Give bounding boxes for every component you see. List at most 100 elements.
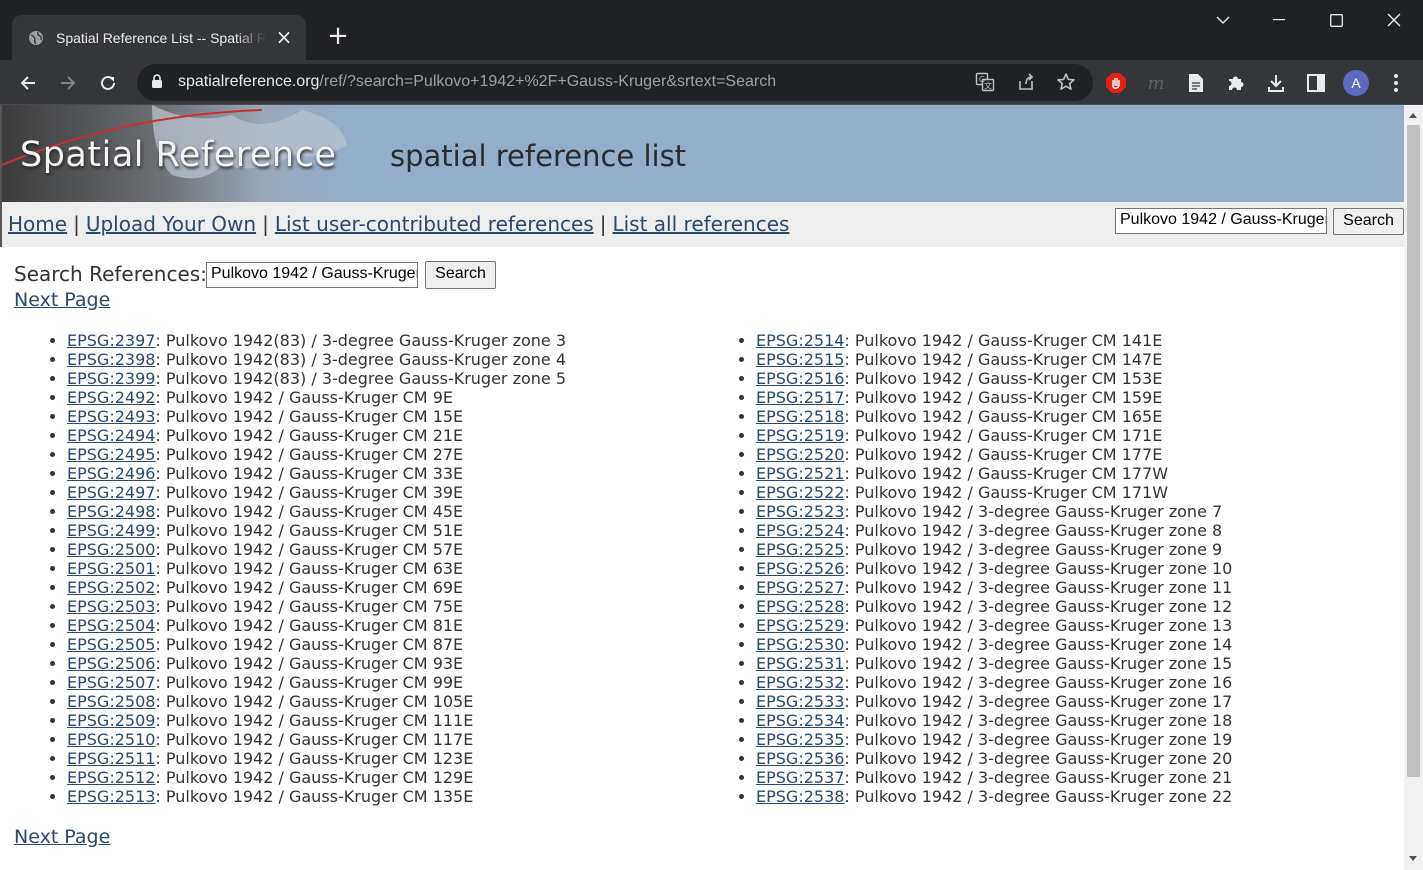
epsg-code-link[interactable]: EPSG:2495 bbox=[67, 445, 155, 464]
translate-icon[interactable]: 文G bbox=[971, 68, 999, 96]
epsg-code-link[interactable]: EPSG:2397 bbox=[67, 331, 155, 350]
forward-arrow-icon[interactable] bbox=[54, 69, 82, 97]
search-button[interactable]: Search bbox=[425, 261, 496, 289]
result-name: Pulkovo 1942 / Gauss-Kruger CM 15E bbox=[165, 407, 464, 426]
epsg-code-link[interactable]: EPSG:2498 bbox=[67, 502, 155, 521]
epsg-code-link[interactable]: EPSG:2507 bbox=[67, 673, 155, 692]
document-icon[interactable] bbox=[1182, 69, 1210, 97]
download-icon[interactable] bbox=[1262, 69, 1290, 97]
tab-search-icon[interactable] bbox=[1203, 6, 1243, 34]
vertical-scrollbar[interactable] bbox=[1404, 105, 1423, 870]
logo-text: Spatial Reference bbox=[20, 135, 337, 175]
nav-all-references-link[interactable]: List all references bbox=[612, 212, 789, 236]
epsg-code-link[interactable]: EPSG:2497 bbox=[67, 483, 155, 502]
nav-home-link[interactable]: Home bbox=[8, 212, 67, 236]
reload-icon[interactable] bbox=[94, 69, 122, 97]
epsg-code-link[interactable]: EPSG:2512 bbox=[67, 768, 155, 787]
epsg-code-link[interactable]: EPSG:2531 bbox=[756, 654, 844, 673]
epsg-code-link[interactable]: EPSG:2534 bbox=[756, 711, 844, 730]
epsg-code-link[interactable]: EPSG:2511 bbox=[67, 749, 155, 768]
epsg-code-link[interactable]: EPSG:2523 bbox=[756, 502, 844, 521]
result-name: Pulkovo 1942 / 3-degree Gauss-Kruger zon… bbox=[854, 597, 1233, 616]
epsg-code-link[interactable]: EPSG:2493 bbox=[67, 407, 155, 426]
epsg-code-link[interactable]: EPSG:2494 bbox=[67, 426, 155, 445]
epsg-code-link[interactable]: EPSG:2399 bbox=[67, 369, 155, 388]
share-icon[interactable] bbox=[1012, 68, 1040, 96]
epsg-code-link[interactable]: EPSG:2510 bbox=[67, 730, 155, 749]
epsg-code-link[interactable]: EPSG:2500 bbox=[67, 540, 155, 559]
epsg-code-link[interactable]: EPSG:2501 bbox=[67, 559, 155, 578]
epsg-code-link[interactable]: EPSG:2530 bbox=[756, 635, 844, 654]
epsg-code-link[interactable]: EPSG:2525 bbox=[756, 540, 844, 559]
lock-icon[interactable] bbox=[151, 74, 163, 93]
search-input[interactable]: Pulkovo 1942 / Gauss-Kruger bbox=[206, 262, 418, 288]
epsg-code-link[interactable]: EPSG:2532 bbox=[756, 673, 844, 692]
nav-search-button[interactable]: Search bbox=[1333, 208, 1404, 235]
new-tab-button[interactable]: + bbox=[326, 23, 350, 49]
epsg-code-link[interactable]: EPSG:2505 bbox=[67, 635, 155, 654]
epsg-code-link[interactable]: EPSG:2533 bbox=[756, 692, 844, 711]
close-window-button[interactable] bbox=[1374, 6, 1414, 34]
result-item: EPSG:2512: Pulkovo 1942 / Gauss-Kruger C… bbox=[67, 768, 566, 787]
epsg-code-link[interactable]: EPSG:2528 bbox=[756, 597, 844, 616]
epsg-code-link[interactable]: EPSG:2536 bbox=[756, 749, 844, 768]
browser-tab[interactable]: Spatial Reference List -- Spatial Refere… bbox=[12, 15, 306, 60]
epsg-code-link[interactable]: EPSG:2515 bbox=[756, 350, 844, 369]
next-page-link-top[interactable]: Next Page bbox=[14, 289, 110, 311]
kebab-menu-icon[interactable] bbox=[1382, 69, 1410, 97]
epsg-code-link[interactable]: EPSG:2504 bbox=[67, 616, 155, 635]
epsg-code-link[interactable]: EPSG:2522 bbox=[756, 483, 844, 502]
epsg-code-link[interactable]: EPSG:2520 bbox=[756, 445, 844, 464]
result-name: Pulkovo 1942 / Gauss-Kruger CM 105E bbox=[165, 692, 474, 711]
puzzle-icon[interactable] bbox=[1222, 69, 1250, 97]
result-item: EPSG:2399: Pulkovo 1942(83) / 3-degree G… bbox=[67, 369, 566, 388]
scroll-down-icon[interactable] bbox=[1409, 856, 1417, 861]
epsg-code-link[interactable]: EPSG:2496 bbox=[67, 464, 155, 483]
epsg-code-link[interactable]: EPSG:2526 bbox=[756, 559, 844, 578]
epsg-code-link[interactable]: EPSG:2509 bbox=[67, 711, 155, 730]
m-icon[interactable]: m bbox=[1142, 69, 1170, 97]
side-panel-icon[interactable] bbox=[1302, 69, 1330, 97]
result-name: Pulkovo 1942 / 3-degree Gauss-Kruger zon… bbox=[854, 559, 1233, 578]
epsg-code-link[interactable]: EPSG:2502 bbox=[67, 578, 155, 597]
epsg-code-link[interactable]: EPSG:2518 bbox=[756, 407, 844, 426]
epsg-code-link[interactable]: EPSG:2527 bbox=[756, 578, 844, 597]
epsg-code-link[interactable]: EPSG:2537 bbox=[756, 768, 844, 787]
epsg-code-link[interactable]: EPSG:2517 bbox=[756, 388, 844, 407]
result-item: EPSG:2528: Pulkovo 1942 / 3-degree Gauss… bbox=[756, 597, 1232, 616]
scroll-up-icon[interactable] bbox=[1409, 113, 1417, 118]
close-tab-icon[interactable]: × bbox=[274, 27, 294, 48]
scroll-thumb[interactable] bbox=[1407, 125, 1420, 777]
epsg-code-link[interactable]: EPSG:2398 bbox=[67, 350, 155, 369]
next-page-link-bottom[interactable]: Next Page bbox=[14, 826, 110, 848]
stop-hand-icon[interactable] bbox=[1102, 69, 1130, 97]
result-item: EPSG:2506: Pulkovo 1942 / Gauss-Kruger C… bbox=[67, 654, 566, 673]
address-bar[interactable]: spatialreference.org/ref/?search=Pulkovo… bbox=[137, 64, 1093, 101]
epsg-code-link[interactable]: EPSG:2503 bbox=[67, 597, 155, 616]
avatar[interactable]: A bbox=[1342, 69, 1370, 97]
star-icon[interactable] bbox=[1052, 68, 1080, 96]
epsg-code-link[interactable]: EPSG:2529 bbox=[756, 616, 844, 635]
epsg-code-link[interactable]: EPSG:2499 bbox=[67, 521, 155, 540]
nav-user-contributed-link[interactable]: List user-contributed references bbox=[275, 212, 594, 236]
epsg-code-link[interactable]: EPSG:2513 bbox=[67, 787, 155, 806]
epsg-code-link[interactable]: EPSG:2514 bbox=[756, 331, 844, 350]
result-item: EPSG:2398: Pulkovo 1942(83) / 3-degree G… bbox=[67, 350, 566, 369]
epsg-code-link[interactable]: EPSG:2492 bbox=[67, 388, 155, 407]
epsg-code-link[interactable]: EPSG:2508 bbox=[67, 692, 155, 711]
epsg-code-link[interactable]: EPSG:2538 bbox=[756, 787, 844, 806]
epsg-code-link[interactable]: EPSG:2516 bbox=[756, 369, 844, 388]
result-item: EPSG:2500: Pulkovo 1942 / Gauss-Kruger C… bbox=[67, 540, 566, 559]
epsg-code-link[interactable]: EPSG:2506 bbox=[67, 654, 155, 673]
epsg-code-link[interactable]: EPSG:2524 bbox=[756, 521, 844, 540]
nav-upload-link[interactable]: Upload Your Own bbox=[86, 212, 256, 236]
site-logo[interactable]: Spatial Reference bbox=[2, 105, 350, 202]
epsg-code-link[interactable]: EPSG:2521 bbox=[756, 464, 844, 483]
epsg-code-link[interactable]: EPSG:2535 bbox=[756, 730, 844, 749]
back-arrow-icon[interactable] bbox=[14, 69, 42, 97]
minimize-button[interactable] bbox=[1259, 6, 1299, 34]
epsg-code-link[interactable]: EPSG:2519 bbox=[756, 426, 844, 445]
maximize-button[interactable] bbox=[1316, 6, 1356, 34]
site-banner: Spatial Reference spatial reference list bbox=[0, 105, 1404, 202]
nav-search-input[interactable]: Pulkovo 1942 / Gauss-Kruger bbox=[1115, 208, 1327, 234]
